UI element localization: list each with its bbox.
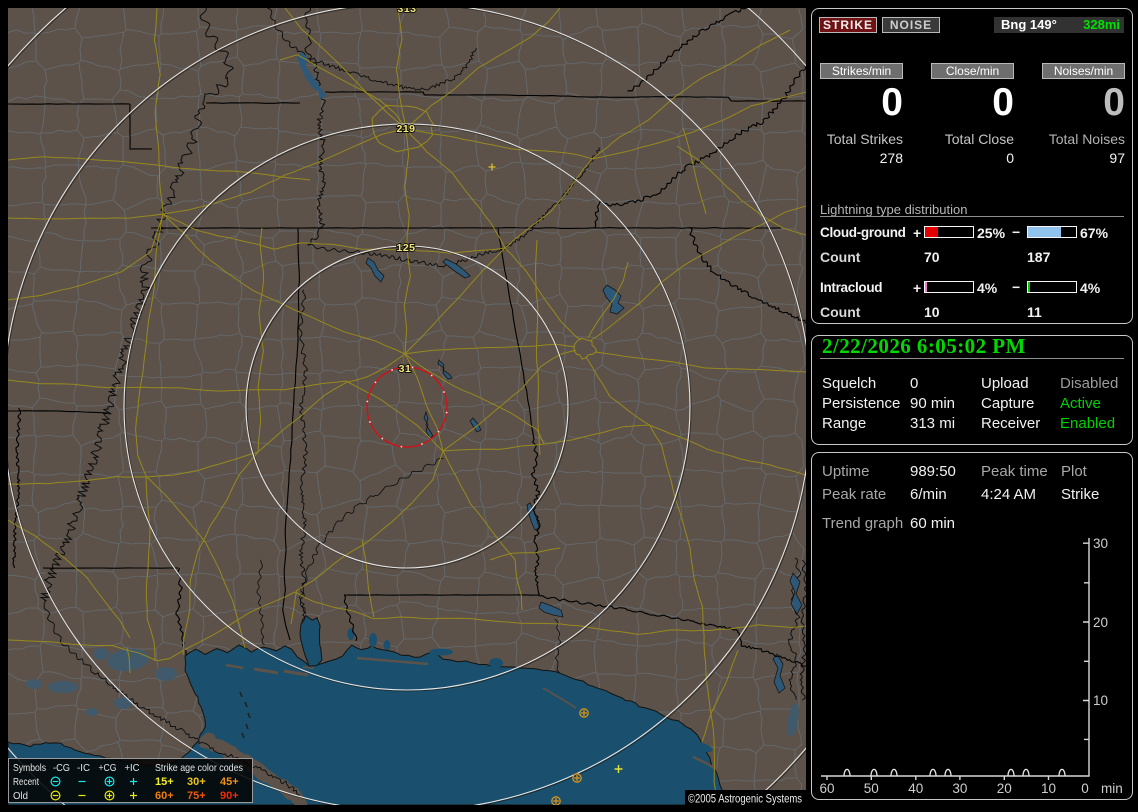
svg-text:15+: 15+: [155, 776, 174, 788]
svg-text:Symbols: Symbols: [13, 762, 46, 774]
svg-text:10: 10: [1041, 781, 1056, 796]
svg-text:-IC: -IC: [77, 762, 90, 774]
svg-text:90+: 90+: [220, 790, 239, 802]
svg-text:Strike age color codes: Strike age color codes: [155, 762, 243, 774]
svg-text:Recent: Recent: [13, 776, 39, 788]
svg-text:30+: 30+: [187, 776, 206, 788]
svg-text:30: 30: [952, 781, 967, 796]
svg-text:min: min: [1101, 781, 1123, 796]
svg-text:313: 313: [397, 8, 416, 15]
svg-text:-CG: -CG: [53, 762, 70, 774]
svg-text:20: 20: [1093, 615, 1108, 630]
svg-text:20: 20: [997, 781, 1012, 796]
svg-text:40: 40: [908, 781, 923, 796]
svg-text:31: 31: [399, 363, 412, 375]
svg-text:30: 30: [1093, 536, 1108, 551]
svg-text:75+: 75+: [187, 790, 206, 802]
svg-text:©2005 Astrogenic Systems: ©2005 Astrogenic Systems: [688, 792, 802, 806]
svg-text:+IC: +IC: [125, 762, 140, 774]
svg-text:50: 50: [864, 781, 879, 796]
svg-text:60: 60: [819, 781, 834, 796]
svg-text:Old: Old: [13, 790, 28, 802]
svg-text:45+: 45+: [220, 776, 239, 788]
svg-text:219: 219: [396, 123, 415, 135]
svg-text:10: 10: [1093, 693, 1108, 708]
svg-text:+CG: +CG: [99, 762, 117, 774]
svg-text:60+: 60+: [155, 790, 174, 802]
svg-text:125: 125: [396, 242, 415, 254]
svg-text:0: 0: [1081, 781, 1089, 796]
